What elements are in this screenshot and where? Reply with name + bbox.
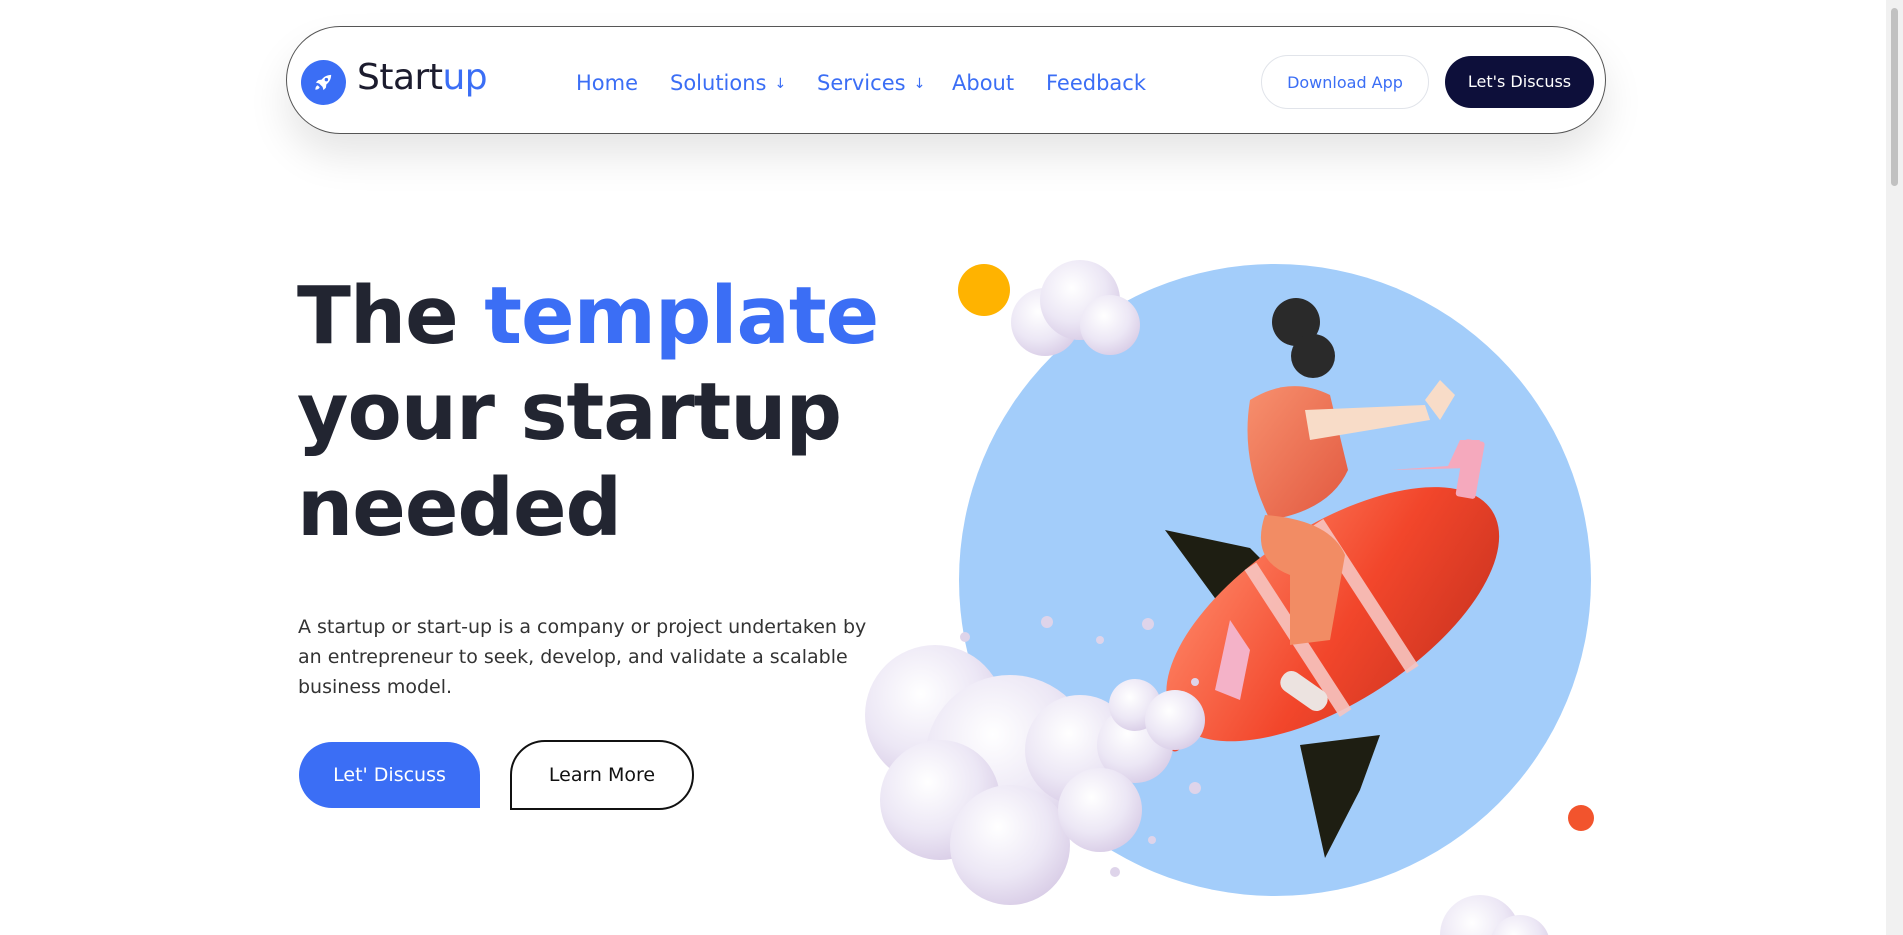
rocket-fin-top: [1165, 530, 1280, 605]
hero-illustration: [865, 260, 1594, 935]
nav-link-about[interactable]: About: [952, 71, 1014, 95]
hero-title: The template your startup needed: [297, 268, 879, 556]
red-dot: [1568, 805, 1594, 831]
nav-link-feedback[interactable]: Feedback: [1046, 71, 1146, 95]
hero-title-line3: needed: [297, 462, 622, 554]
rocket-body: [1142, 487, 1500, 752]
brand-logo-accent: up: [442, 57, 488, 98]
page-scrollbar[interactable]: [1886, 0, 1903, 935]
nav-link-label: Home: [576, 71, 639, 95]
hero-title-accent: template: [484, 270, 879, 362]
nav-link-label: Services: [817, 71, 906, 95]
lets-discuss-nav-button[interactable]: Let's Discuss: [1445, 56, 1594, 108]
learn-more-button[interactable]: Learn More: [510, 740, 694, 810]
brand-logo[interactable]: Startup: [357, 57, 488, 98]
nav-link-solutions[interactable]: Solutions ↓: [670, 71, 786, 95]
smoke-cloud: [865, 645, 1205, 905]
nav-link-label: Solutions: [670, 71, 767, 95]
yellow-dot: [958, 264, 1010, 316]
arrow-down-icon: ↓: [774, 76, 787, 92]
scrollbar-thumb[interactable]: [1891, 8, 1898, 186]
hero-title-part1: The: [297, 270, 485, 362]
bottom-cloud: [1440, 895, 1549, 935]
nav-link-home[interactable]: Home: [576, 71, 638, 95]
hero-title-line2: your startup: [297, 366, 842, 458]
hero-description: A startup or start-up is a company or pr…: [298, 616, 867, 698]
download-app-button[interactable]: Download App: [1261, 55, 1429, 109]
brand-logo-main: Start: [357, 57, 443, 98]
small-cloud: [1011, 260, 1140, 356]
smoke-particles: [960, 616, 1201, 877]
arrow-down-icon: ↓: [913, 76, 926, 92]
rocket-icon[interactable]: [301, 60, 346, 105]
rocket-fin-bottom: [1300, 735, 1380, 858]
nav-link-label: Feedback: [1046, 71, 1147, 95]
person-figure: [1215, 298, 1485, 700]
rocket-bandage: [1280, 671, 1328, 711]
hero-background-circle: [959, 264, 1591, 896]
hero-discuss-button[interactable]: Let' Discuss: [299, 742, 480, 808]
top-navbar: Startup Home Solutions ↓ Services ↓ About …: [286, 26, 1606, 134]
nav-link-services[interactable]: Services ↓: [817, 71, 925, 95]
nav-link-label: About: [952, 71, 1015, 95]
